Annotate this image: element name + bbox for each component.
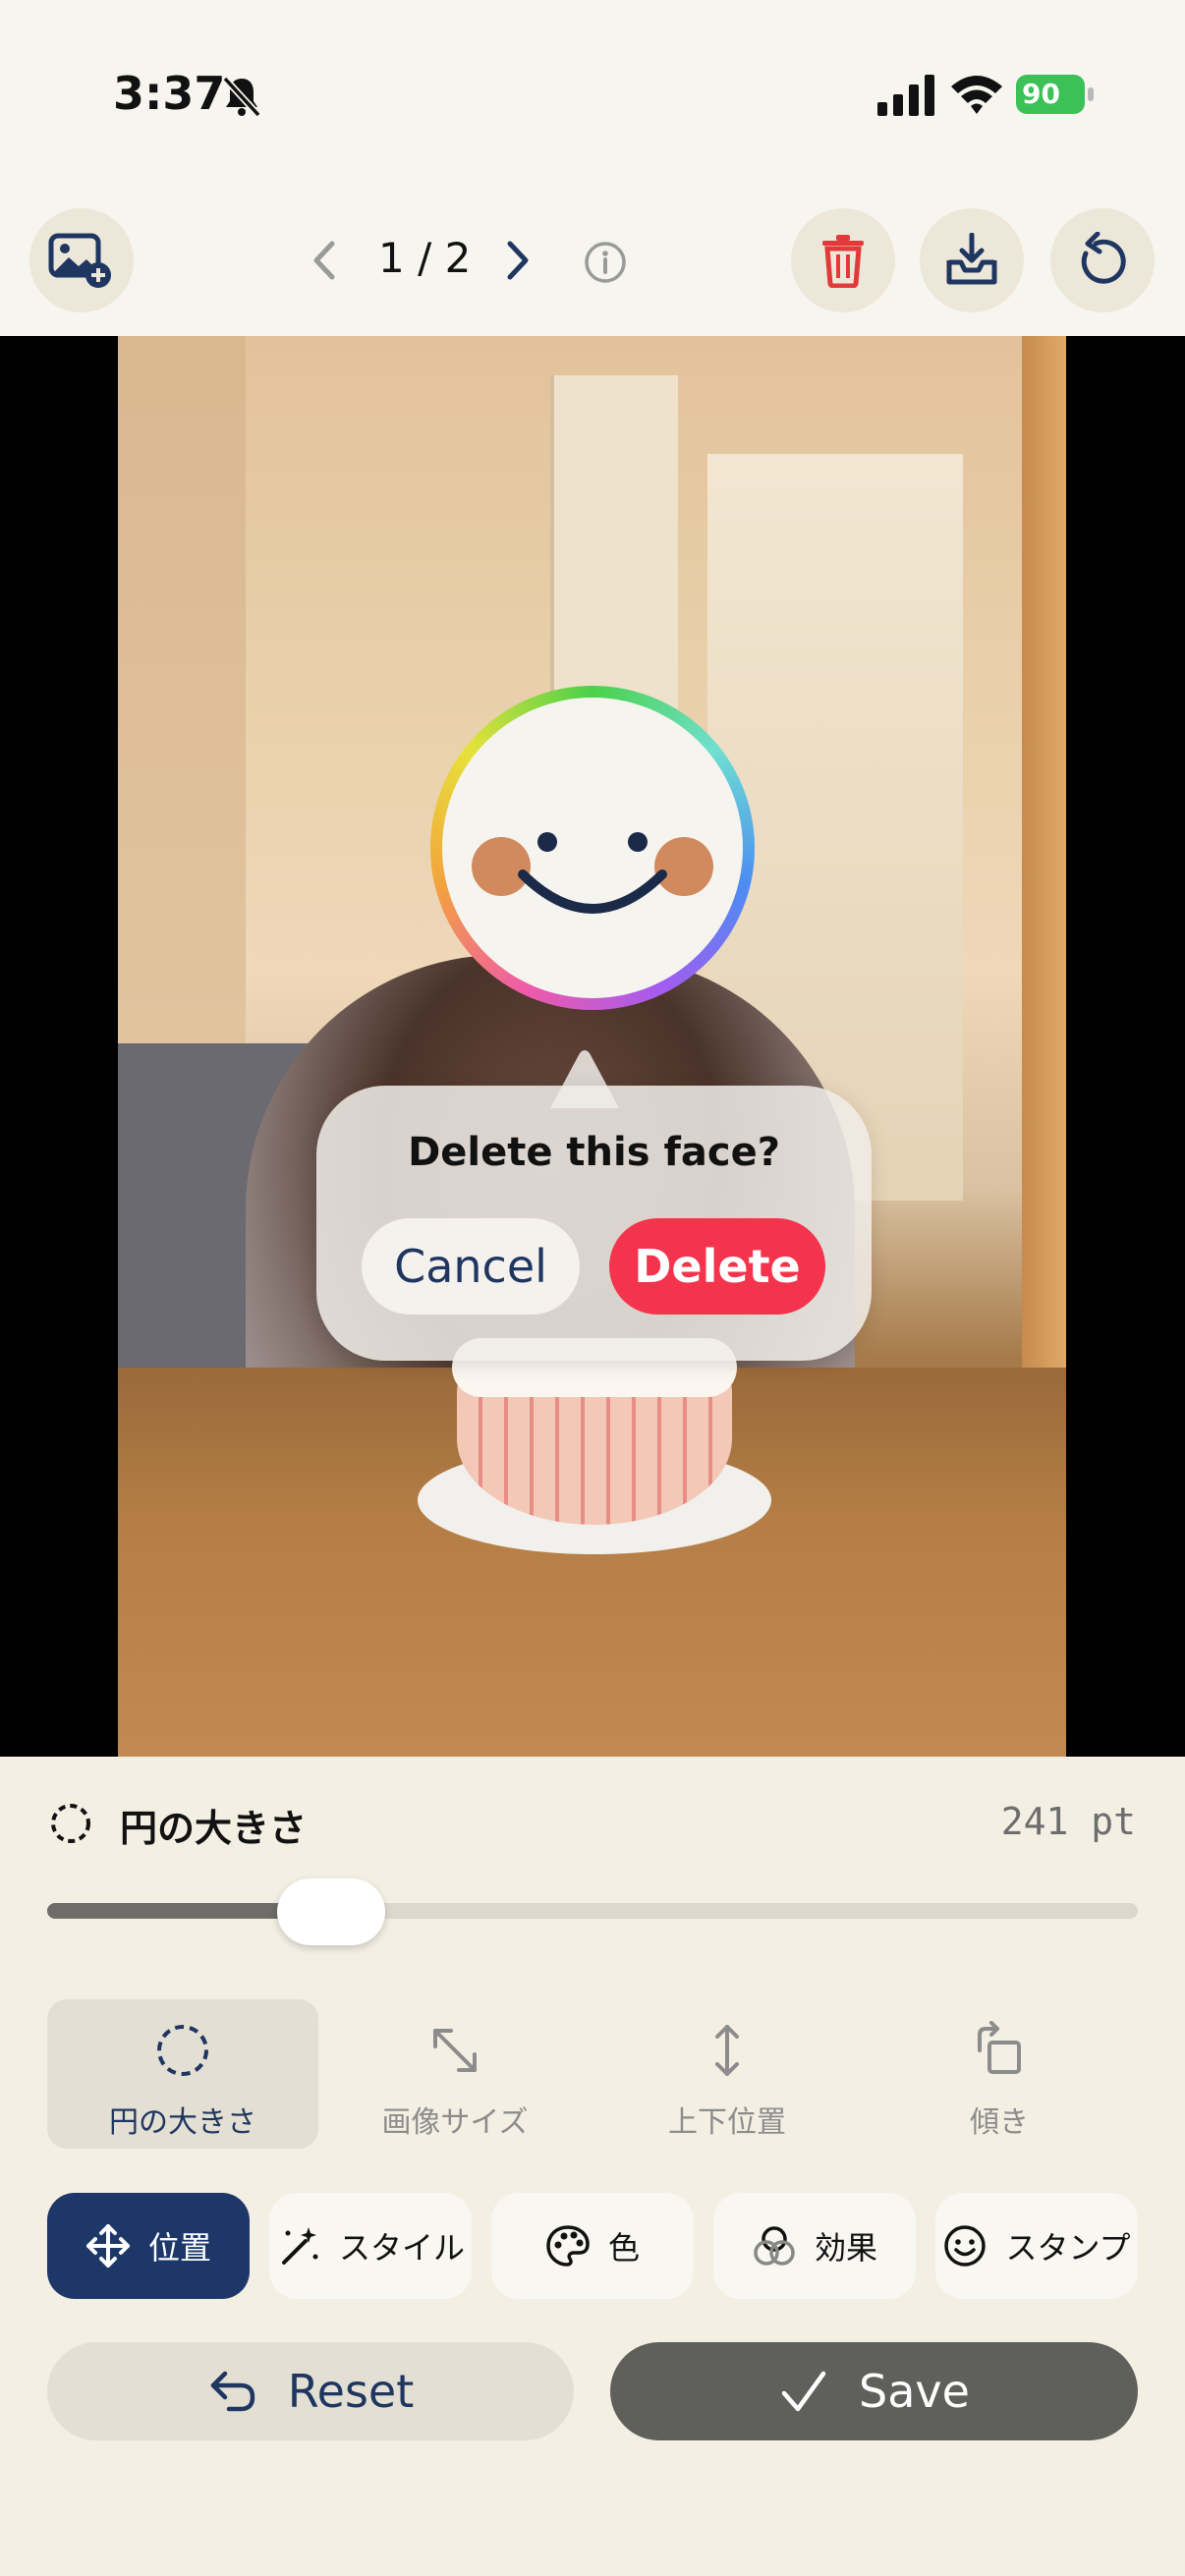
chevron-right-icon[interactable] [496,236,541,285]
info-icon[interactable] [582,239,629,286]
chip-label: スタイル [338,2229,465,2267]
reset-button[interactable]: Reset [47,2342,574,2440]
segment-label: 傾き [970,2105,1029,2140]
segment-label: 上下位置 [668,2105,786,2140]
segment-vertical-position[interactable]: 上下位置 [592,1999,863,2149]
wifi-icon [951,76,1002,114]
dashed-circle-icon [157,2025,208,2076]
edit-panel [0,1757,1185,2576]
size-slider-thumb[interactable] [276,1878,385,1945]
chip-stamp[interactable]: スタンプ [935,2193,1138,2299]
save-label: Save [859,2365,970,2418]
overlapping-circles-icon [754,2226,795,2266]
smiley-icon [944,2225,987,2267]
palette-icon [546,2225,590,2267]
chip-label: 色 [607,2229,640,2267]
status-time: 3:37 [113,67,226,120]
magic-wand-icon [281,2227,318,2265]
chip-effects[interactable]: 効果 [713,2193,916,2299]
chip-label: スタンプ [1005,2229,1131,2267]
rotate-button[interactable] [1050,208,1155,312]
add-photo-icon [48,233,111,288]
battery-icon: 90 [1016,75,1095,114]
add-photo-button[interactable] [29,208,134,312]
resize-arrows-icon [433,2029,477,2072]
edited-photo[interactable] [118,336,1066,1757]
page-indicator: 1 / 2 [378,234,472,282]
delete-button[interactable]: Delete [609,1218,825,1315]
status-bar: 3:37 90 [0,0,1185,196]
delete-image-button[interactable] [791,208,895,312]
face-sticker[interactable] [430,686,755,1010]
download-button[interactable] [920,208,1024,312]
segment-label: 円の大きさ [109,2105,256,2140]
undo-arrow-icon [210,2371,255,2412]
smiley-face-icon [472,832,713,914]
checkmark-icon [781,2371,826,2412]
bell-slash-icon [222,76,261,118]
segment-label: 画像サイズ [381,2105,529,2140]
chip-style[interactable]: スタイル [269,2193,472,2299]
download-icon [946,233,997,285]
chip-label: 位置 [147,2229,211,2267]
slider-label: 円の大きさ [120,1807,308,1850]
battery-level: 90 [1016,75,1085,114]
rotate-icon [1081,232,1126,284]
cancel-button[interactable]: Cancel [362,1218,580,1315]
trash-icon [822,235,864,288]
chip-position[interactable]: 位置 [47,2193,250,2299]
chevron-left-icon[interactable] [303,236,348,285]
slider-value: 241 pt [1000,1800,1136,1843]
chip-label: 効果 [814,2229,877,2267]
rotate-square-icon [978,2021,1021,2074]
dashed-circle-icon [51,1804,90,1843]
segment-tilt[interactable]: 傾き [864,1999,1135,2149]
move-arrows-icon [85,2224,130,2268]
reset-label: Reset [287,2365,415,2418]
chip-color[interactable]: 色 [491,2193,694,2299]
segment-image-size[interactable]: 画像サイズ [319,1999,591,2149]
cellular-signal-icon [877,75,934,116]
save-button[interactable]: Save [610,2342,1138,2440]
popover-title: Delete this face? [408,1130,780,1175]
segment-circle-size[interactable]: 円の大きさ [47,1999,318,2149]
vertical-arrows-icon [715,2025,739,2076]
